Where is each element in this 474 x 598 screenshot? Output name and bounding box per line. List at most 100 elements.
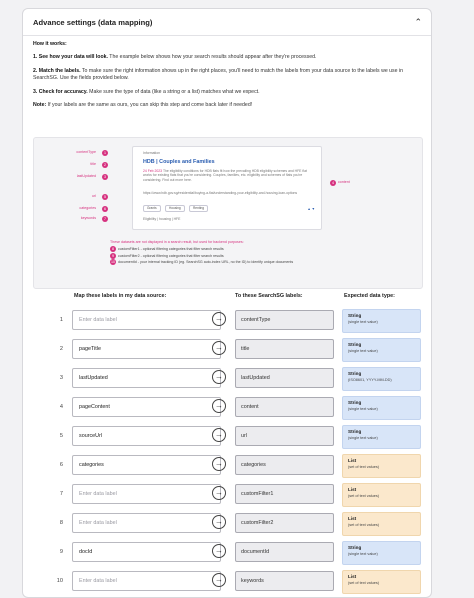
source-label-input[interactable] (72, 484, 221, 504)
data-type-badge: List (set of text values) (342, 483, 421, 507)
row-number: 7 (59, 491, 63, 497)
arrow-right-icon: → (212, 341, 226, 355)
example-note-item: 8 customFilter1 - optional filtering cate… (110, 245, 224, 252)
source-label-input[interactable] (72, 571, 221, 591)
example-preview: contentType title lastUpdated url catego… (33, 137, 423, 289)
row-number: 4 (59, 404, 63, 410)
marker-1: 1 (102, 150, 108, 156)
sample-chip: Renting (189, 205, 208, 212)
sample-chip: Housing (165, 205, 185, 212)
example-label-title: title (90, 162, 96, 166)
example-note-item: 9 customFilter2 - optional filtering cate… (110, 252, 224, 259)
arrow-right-icon: → (212, 399, 226, 413)
mapping-row: 1 → contentType String(single text value) (23, 309, 431, 335)
arrow-right-icon: → (212, 457, 226, 471)
sample-result-card: Information HDB | Couples and Families 2… (132, 146, 322, 230)
arrow-right-icon: → (212, 312, 226, 326)
example-label-lastupdated: lastUpdated (76, 174, 96, 178)
step-1: 1. See how your data will look. The exam… (33, 54, 317, 61)
row-number: 5 (59, 433, 63, 439)
searchsg-label-field: documentId (235, 542, 334, 562)
mapping-row: 10 → keywords List(set of text values) (23, 570, 431, 596)
row-number: 10 (56, 578, 63, 584)
chevron-up-icon[interactable]: ⌃ (414, 17, 422, 27)
example-label-contenttype: contentType (76, 150, 96, 154)
source-label-input[interactable] (72, 368, 221, 388)
data-type-badge: String (single text value) (342, 338, 421, 362)
section-header[interactable]: Advance settings (data mapping) ⌃ (23, 9, 431, 36)
mapping-row: 2 → title String(single text value) (23, 338, 431, 364)
example-notes: These datasets are not displayed in a se… (110, 240, 410, 266)
sample-body: 24 Feb 2023 The eligibility conditions f… (143, 169, 307, 182)
marker-7: 7 (102, 216, 108, 222)
row-number: 6 (59, 462, 63, 468)
source-label-input[interactable] (72, 310, 221, 330)
thumbs-icon: ▲ ▼ (307, 207, 315, 211)
row-number: 2 (59, 346, 63, 352)
data-type-badge: List (set of text values) (342, 570, 421, 594)
source-label-input[interactable] (72, 339, 221, 359)
source-label-input[interactable] (72, 397, 221, 417)
searchsg-label-field: content (235, 397, 334, 417)
source-label-input[interactable] (72, 542, 221, 562)
arrow-right-icon: → (212, 573, 226, 587)
searchsg-label-field: contentType (235, 310, 334, 330)
source-label-input[interactable] (72, 455, 221, 475)
searchsg-label-field: title (235, 339, 334, 359)
data-type-badge: List (set of text values) (342, 454, 421, 478)
mapping-row: 7 → customFilter1 List(set of text values) (23, 483, 431, 509)
data-type-badge: String (single text value) (342, 309, 421, 333)
sample-title: HDB | Couples and Families (143, 159, 215, 165)
arrow-right-icon: → (212, 486, 226, 500)
row-number: 1 (59, 317, 63, 323)
arrow-right-icon: → (212, 544, 226, 558)
data-type-badge: List (set of text values) (342, 512, 421, 536)
searchsg-label-field: customFilter2 (235, 513, 334, 533)
sample-url: https://www.hdb.gov.sg/residential/buyin… (143, 191, 298, 195)
example-label-content: content (338, 180, 350, 184)
data-type-badge: String (ISO8601, YYYY-MM-DD) (342, 367, 421, 391)
row-number: 8 (59, 520, 63, 526)
mapping-row: 6 → categories List(set of text values) (23, 454, 431, 480)
sample-keywords: Eligibility | housing | HFE (143, 217, 181, 221)
source-label-input[interactable] (72, 513, 221, 533)
arrow-right-icon: → (212, 370, 226, 384)
marker-4: 4 (330, 180, 336, 186)
example-label-categories: categories (79, 206, 96, 210)
advance-settings-card: Advance settings (data mapping) ⌃ How it… (22, 8, 432, 598)
example-label-url: url (92, 194, 96, 198)
mapping-row: 3 → lastUpdated String(ISO8601, YYYY-MM-DD) (23, 367, 431, 393)
marker-5: 5 (102, 194, 108, 200)
step-3: 3. Check for accuracy. Make sure the typ… (33, 88, 260, 95)
data-type-badge: String (single text value) (342, 396, 421, 420)
marker-2: 2 (102, 162, 108, 168)
mapping-row: 9 → documentId String(single text value) (23, 541, 431, 567)
searchsg-label-field: customFilter1 (235, 484, 334, 504)
data-type-badge: String (single text value) (342, 541, 421, 565)
sample-chip: Grants (143, 205, 161, 212)
searchsg-label-field: lastUpdated (235, 368, 334, 388)
marker-6: 6 (102, 206, 108, 212)
sample-content-type: Information (143, 151, 160, 155)
arrow-right-icon: → (212, 428, 226, 442)
data-type-badge: String (single text value) (342, 425, 421, 449)
row-number: 3 (59, 375, 63, 381)
instructions: How it works: 1. See how your data will … (33, 41, 423, 109)
arrow-right-icon: → (212, 515, 226, 529)
mapping-row: 8 → customFilter2 List(set of text values) (23, 512, 431, 538)
example-note-item: 10 documentId - your internal tracking ID… (110, 259, 294, 266)
column-header-type: Expected data type: (344, 293, 395, 299)
step-2: 2. Match the labels. To make sure the ri… (33, 67, 403, 82)
section-title: Advance settings (data mapping) (33, 17, 153, 27)
example-label-keywords: keywords (80, 216, 96, 220)
mapping-row: 5 → url String(single text value) (23, 425, 431, 451)
column-header-target: To these SearchSG labels: (235, 293, 303, 299)
mapping-row: 4 → content String(single text value) (23, 396, 431, 422)
searchsg-label-field: categories (235, 455, 334, 475)
marker-3: 3 (102, 174, 108, 180)
searchsg-label-field: keywords (235, 571, 334, 591)
source-label-input[interactable] (72, 426, 221, 446)
column-header-source: Map these labels in my data source: (74, 293, 167, 299)
instructions-heading: How it works: (33, 41, 67, 47)
row-number: 9 (59, 549, 63, 555)
